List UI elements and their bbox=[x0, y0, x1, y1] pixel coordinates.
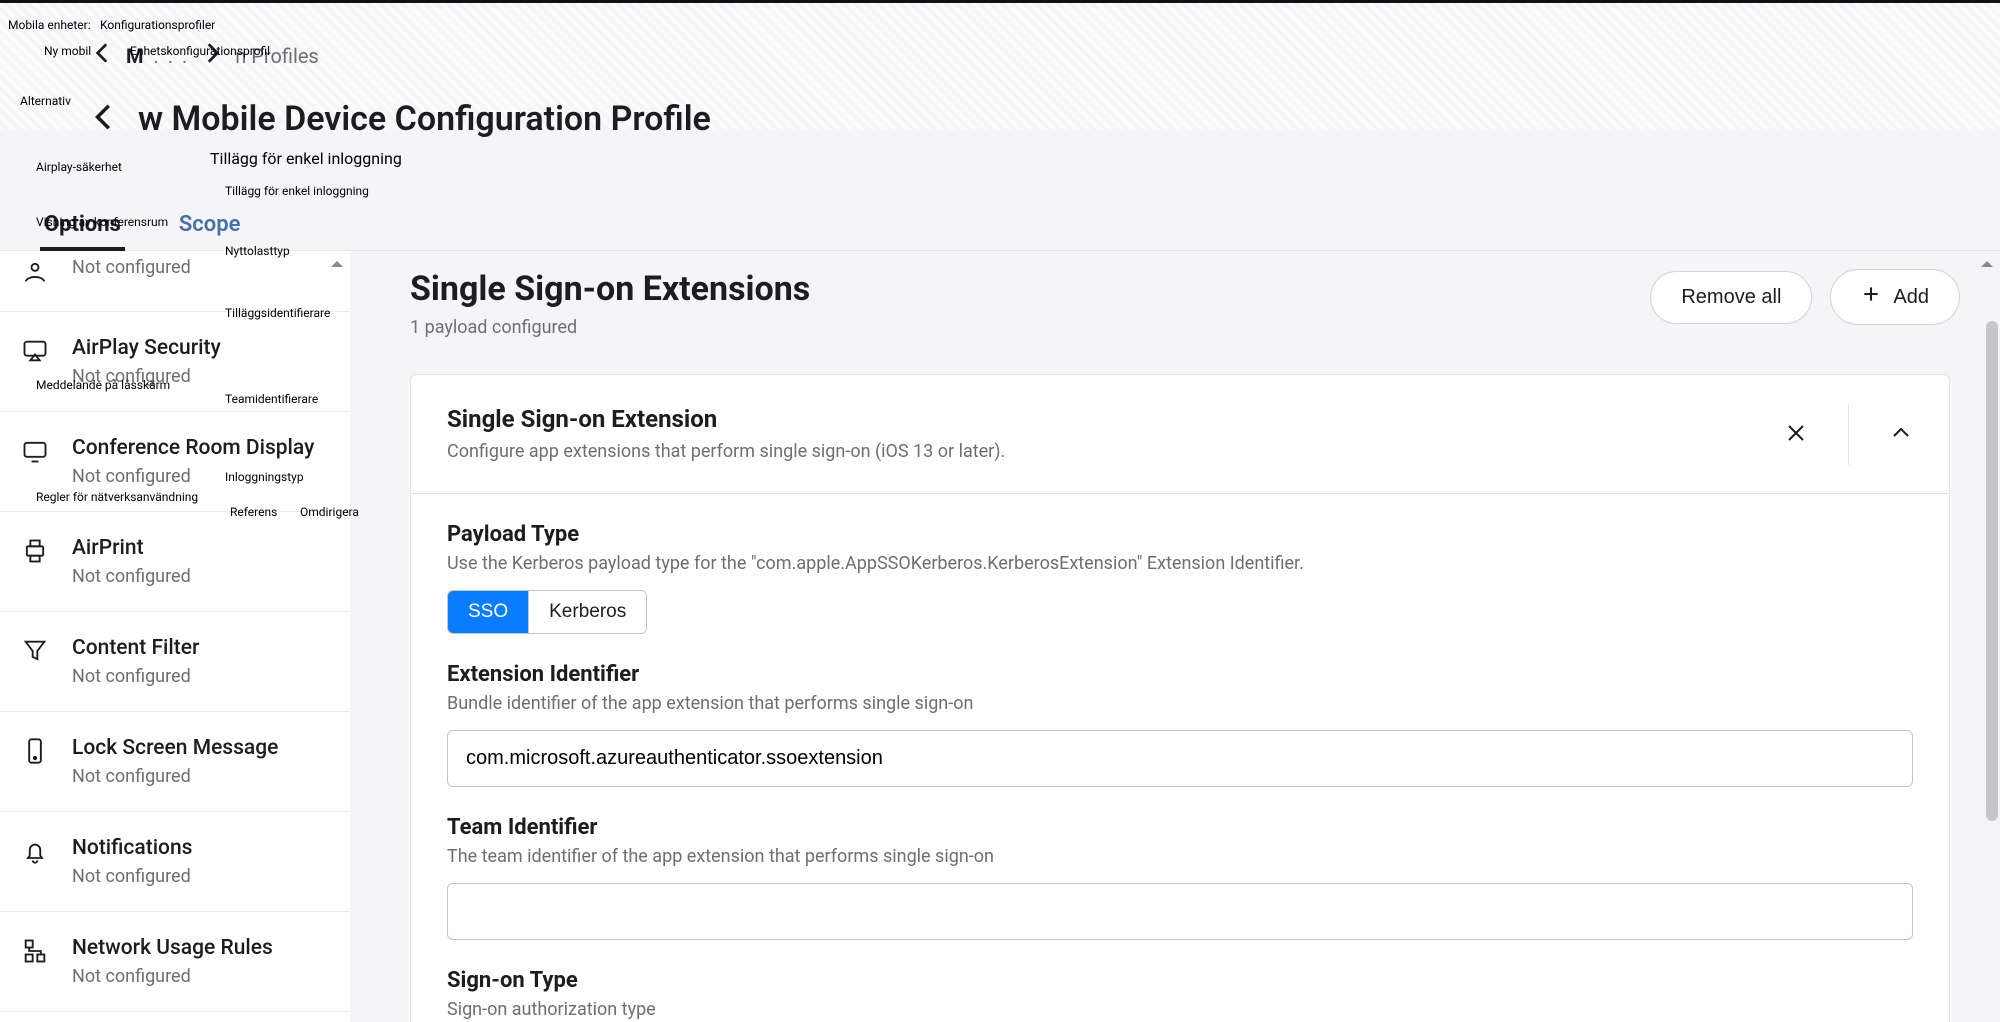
airplay-security-icon bbox=[20, 336, 50, 366]
sidebar-item-label: Conference Room Display bbox=[72, 436, 314, 460]
generic-payload-icon bbox=[20, 257, 50, 287]
sidebar-item-subtitle: Not configured bbox=[72, 257, 191, 278]
lock-screen-icon bbox=[20, 736, 50, 766]
sidebar-scroll-up-icon[interactable] bbox=[328, 255, 346, 273]
network-usage-icon bbox=[20, 936, 50, 966]
sidebar-item-airprint[interactable]: AirPrint Not configured bbox=[0, 512, 350, 612]
content-filter-icon bbox=[20, 636, 50, 666]
overlay-tillagg-heading: Tillägg för enkel inloggning bbox=[210, 149, 2000, 168]
payload-type-desc: Use the Kerberos payload type for the "c… bbox=[447, 553, 1913, 574]
team-identifier-label: Team Identifier bbox=[447, 815, 1913, 840]
payload-type-segmented: SSO Kerberos bbox=[447, 590, 647, 634]
overlay-regler-natverk: Regler för nätverksanvändning bbox=[36, 490, 198, 504]
payload-count: 1 payload configured bbox=[410, 317, 810, 338]
plus-icon bbox=[1861, 284, 1881, 310]
add-button[interactable]: Add bbox=[1830, 269, 1960, 325]
airprint-icon bbox=[20, 536, 50, 566]
overlay-konfigurationsprofiler: Konfigurationsprofiler bbox=[100, 18, 215, 32]
overlay-airplay-sakerhet: Airplay-säkerhet bbox=[36, 160, 122, 174]
main-content: Single Sign-on Extensions 1 payload conf… bbox=[350, 251, 2000, 1022]
extension-identifier-label: Extension Identifier bbox=[447, 662, 1913, 687]
team-identifier-field: Team Identifier The team identifier of t… bbox=[411, 787, 1949, 940]
overlay-referens: Referens bbox=[230, 505, 277, 519]
extension-identifier-input[interactable] bbox=[447, 730, 1913, 787]
signon-type-desc: Sign-on authorization type bbox=[447, 999, 1913, 1020]
extension-identifier-desc: Bundle identifier of the app extension t… bbox=[447, 693, 1913, 714]
overlay-meddelande-pa-lasskarm: Meddelande på låsskärm bbox=[36, 378, 170, 392]
title-back-icon[interactable] bbox=[90, 102, 120, 136]
content-scrollbar-thumb[interactable] bbox=[1986, 321, 1998, 821]
card-title: Single Sign-on Extension bbox=[447, 405, 1005, 433]
signon-type-label: Sign-on Type bbox=[447, 968, 1913, 993]
breadcrumb: M . . . n Profiles bbox=[90, 40, 2000, 71]
content-heading: Single Sign-on Extensions bbox=[410, 269, 810, 309]
content-scrollbar[interactable] bbox=[1986, 321, 1998, 881]
sso-extension-card: Single Sign-on Extension Configure app e… bbox=[410, 374, 1950, 1022]
sidebar-item-label: Notifications bbox=[72, 836, 192, 860]
overlay-tillaggsidentifierare: Tilläggsidentifierare bbox=[225, 306, 330, 320]
payload-type-sso-button[interactable]: SSO bbox=[448, 591, 528, 633]
sidebar-item-notifications[interactable]: Notifications Not configured bbox=[0, 812, 350, 912]
sidebar-item-lock-screen-message[interactable]: Lock Screen Message Not configured bbox=[0, 712, 350, 812]
overlay-nyttolasttyp: Nyttolasttyp bbox=[225, 244, 290, 258]
content-scroll-up-icon[interactable] bbox=[1978, 255, 1996, 273]
sidebar-item-label: Lock Screen Message bbox=[72, 736, 278, 760]
sidebar-item-subtitle: Not configured bbox=[72, 666, 199, 687]
chevron-up-icon[interactable] bbox=[1889, 421, 1913, 449]
overlay-tillagg-small: Tillägg för enkel inloggning bbox=[225, 184, 369, 198]
overlay-omdirigera: Omdirigera bbox=[300, 505, 359, 519]
back-arrow-icon[interactable] bbox=[90, 40, 116, 71]
sidebar-item-subtitle: Not configured bbox=[72, 866, 192, 887]
sidebar: Not configured AirPlay Security Not conf… bbox=[0, 251, 350, 1022]
conference-room-icon bbox=[20, 436, 50, 466]
overlay-mobila-enheter: Mobila enheter: bbox=[8, 18, 91, 32]
tab-scope[interactable]: Scope bbox=[175, 202, 245, 250]
team-identifier-desc: The team identifier of the app extension… bbox=[447, 846, 1913, 867]
payload-type-kerberos-button[interactable]: Kerberos bbox=[528, 591, 646, 633]
sidebar-item-content-filter[interactable]: Content Filter Not configured bbox=[0, 612, 350, 712]
sidebar-item-partial[interactable]: Not configured bbox=[0, 251, 350, 312]
sidebar-item-network-usage-rules[interactable]: Network Usage Rules Not configured bbox=[0, 912, 350, 1012]
overlay-visning-konferens: Visning av konferensrum bbox=[36, 215, 168, 229]
remove-all-button[interactable]: Remove all bbox=[1650, 271, 1812, 324]
sidebar-item-label: Content Filter bbox=[72, 636, 199, 660]
payload-type-field: Payload Type Use the Kerberos payload ty… bbox=[411, 494, 1949, 634]
divider bbox=[1848, 405, 1849, 465]
tabs-row: Options Scope bbox=[0, 202, 2000, 251]
notifications-icon bbox=[20, 836, 50, 866]
signon-type-field: Sign-on Type Sign-on authorization type … bbox=[411, 940, 1949, 1022]
sidebar-item-subtitle: Not configured bbox=[72, 766, 278, 787]
extension-identifier-field: Extension Identifier Bundle identifier o… bbox=[411, 634, 1949, 787]
sidebar-item-subtitle: Not configured bbox=[72, 966, 273, 987]
close-icon[interactable] bbox=[1784, 421, 1808, 449]
payload-type-label: Payload Type bbox=[447, 522, 1913, 547]
overlay-ny-mobil: Ny mobil bbox=[44, 44, 91, 58]
team-identifier-input[interactable] bbox=[447, 883, 1913, 940]
overlay-alternativ: Alternativ bbox=[20, 94, 71, 108]
sidebar-item-label: AirPrint bbox=[72, 536, 191, 560]
page-title: w Mobile Device Configuration Profile bbox=[138, 99, 711, 139]
overlay-enhetskonfigurationsprofil: Enhetskonfigurationsprofil bbox=[130, 44, 270, 58]
sidebar-item-label: Network Usage Rules bbox=[72, 936, 273, 960]
sidebar-item-label: AirPlay Security bbox=[72, 336, 221, 360]
sidebar-item-subtitle: Not configured bbox=[72, 566, 191, 587]
overlay-inloggningstyp: Inloggningstyp bbox=[225, 470, 304, 484]
overlay-teamidentifierare: Teamidentifierare bbox=[225, 392, 318, 406]
card-desc: Configure app extensions that perform si… bbox=[447, 441, 1005, 462]
